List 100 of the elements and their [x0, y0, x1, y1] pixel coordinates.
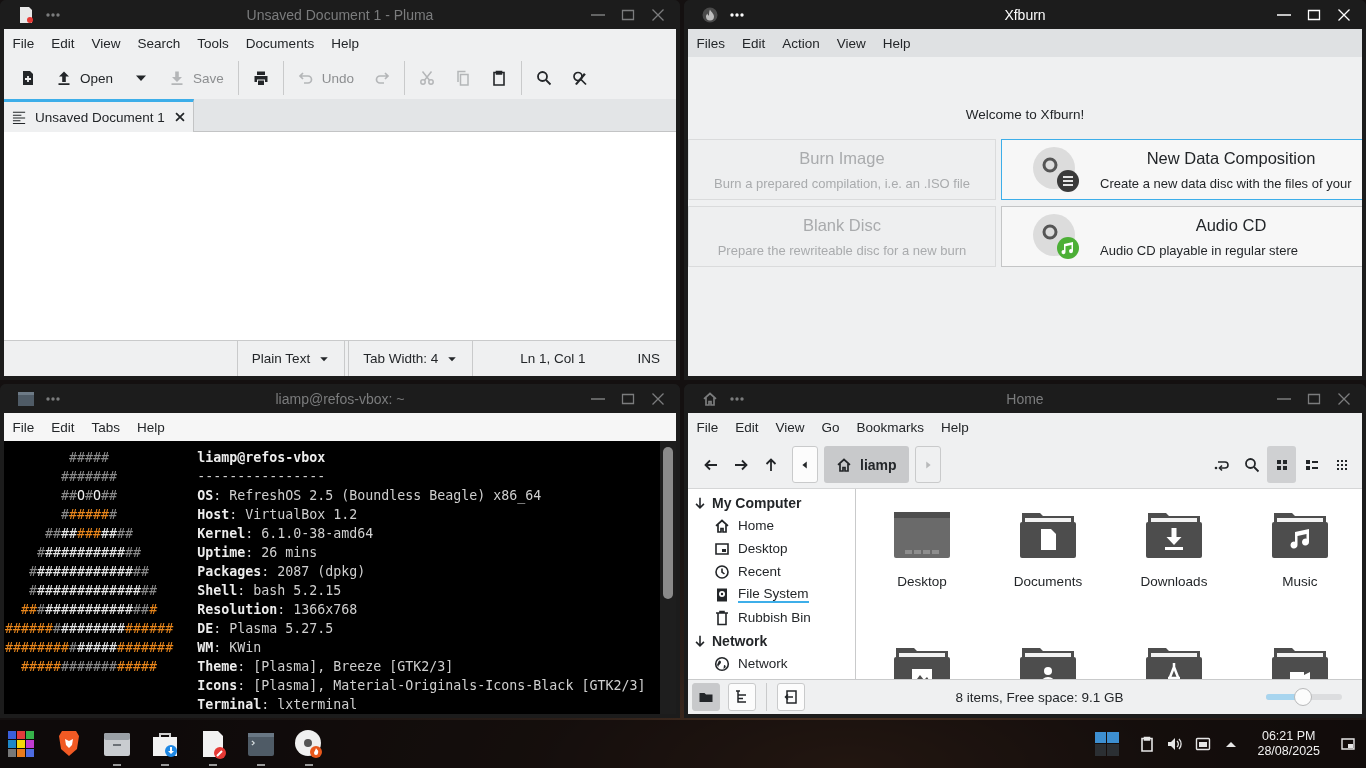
home-icon — [836, 456, 852, 473]
menu-item[interactable]: Edit — [733, 31, 774, 55]
menu-item[interactable]: View — [83, 31, 130, 55]
folder-item[interactable]: Music — [1237, 510, 1362, 645]
network-icon[interactable] — [1195, 736, 1212, 752]
menu-item[interactable]: Edit — [42, 31, 84, 55]
down-arrow-icon — [693, 495, 707, 510]
running-indicator — [161, 764, 169, 766]
menu-item[interactable]: View — [828, 31, 875, 55]
icon-view-button[interactable] — [1267, 446, 1296, 483]
globe-icon — [714, 655, 730, 672]
ascii-art-line: ################# — [20, 658, 159, 676]
menu-item[interactable]: Edit — [42, 415, 84, 439]
close-icon — [1336, 390, 1352, 407]
menu-item[interactable]: Action — [773, 31, 829, 55]
language-dropdown[interactable]: Plain Text — [236, 341, 346, 376]
minimize-icon — [591, 397, 605, 400]
breadcrumb-button[interactable]: liamp — [824, 446, 909, 483]
action-description: Create a new data disc with the files of your — [1100, 175, 1353, 191]
menu-item[interactable]: Tools — [188, 31, 238, 55]
terminal-line: ---------------- — [197, 468, 326, 486]
ascii-art-line: ####### — [60, 506, 119, 524]
folder-item[interactable]: Desktop — [859, 510, 985, 645]
close-icon — [650, 390, 666, 407]
show-desktop-icon[interactable] — [1340, 736, 1356, 752]
data-disc-icon — [1032, 145, 1080, 194]
menu-item[interactable]: View — [767, 415, 814, 439]
zoom-slider[interactable] — [1266, 688, 1342, 706]
menu-item[interactable]: Bookmarks — [848, 415, 933, 439]
menu-item[interactable]: Documents — [237, 31, 323, 55]
scrollbar-thumb[interactable] — [663, 447, 673, 599]
menu-item[interactable]: File — [4, 31, 43, 55]
document-tab[interactable]: Unsaved Document 1 — [4, 99, 194, 132]
disc-icon — [293, 728, 325, 760]
documents-folder-icon — [1019, 510, 1077, 560]
speaker-icon[interactable] — [1167, 736, 1184, 752]
home-icon — [714, 517, 730, 534]
hide-sidebar-button[interactable] — [777, 683, 805, 711]
sidebar-item[interactable]: Home — [688, 514, 855, 537]
close-icon — [650, 6, 666, 23]
folder-item[interactable]: Documents — [985, 510, 1111, 645]
menu-item[interactable]: Search — [129, 31, 189, 55]
menu-item[interactable]: File — [4, 415, 43, 439]
menu-item[interactable]: Go — [813, 415, 849, 439]
menu-item[interactable]: Help — [322, 31, 368, 55]
flame-icon — [702, 6, 718, 23]
running-indicator — [305, 764, 313, 766]
menu-item[interactable]: Help — [932, 415, 978, 439]
running-indicator — [257, 764, 265, 766]
sidebar-icon — [783, 689, 799, 705]
welcome-text: Welcome to Xfburn! — [964, 106, 1086, 124]
drive-icon — [714, 586, 730, 603]
action-card[interactable]: Audio CD Audio CD playable in regular stere — [1001, 206, 1362, 267]
sidebar-item[interactable]: Desktop — [688, 537, 855, 560]
minimize-icon — [1277, 13, 1291, 16]
terminal-line: WM: KWin — [197, 639, 262, 657]
places-pane-button[interactable] — [692, 683, 720, 711]
sidebar-item[interactable]: Network — [688, 652, 855, 675]
menu-item[interactable]: File — [688, 415, 727, 439]
folder-item[interactable]: Downloads — [1111, 510, 1237, 645]
tree-pane-button[interactable] — [728, 683, 756, 711]
window-title: Xfburn — [1004, 6, 1046, 23]
menu-item[interactable]: Files — [688, 31, 734, 55]
menu-item[interactable]: Help — [128, 415, 174, 439]
lines-icon — [12, 109, 27, 125]
ascii-art-line: ########### — [44, 525, 135, 543]
terminal-line: Host: VirtualBox 1.2 — [197, 506, 358, 524]
down-arrow-icon — [693, 633, 707, 648]
sidebar-section[interactable]: My Computer — [688, 491, 855, 514]
insert-mode: INS — [637, 351, 660, 366]
menu-item[interactable]: Tabs — [83, 415, 129, 439]
search-icon — [1243, 456, 1260, 473]
terminal-line: Icons: [Plasma], Material-Originals-Icons-Black [GTK2/3] — [197, 677, 646, 695]
ascii-art-line: ################ — [28, 582, 159, 600]
open-button[interactable]: Open — [46, 62, 124, 94]
action-title: Blank Disc — [803, 215, 881, 235]
action-card[interactable]: New Data Composition Create a new data disc with the files of your — [1001, 139, 1362, 200]
terminal-line: OS: RefreshOS 2.5 (Boundless Beagle) x86_64 — [197, 487, 542, 505]
tab-width-dropdown[interactable]: Tab Width: 4 — [348, 341, 474, 376]
menu-item[interactable]: Help — [874, 31, 920, 55]
menu-item[interactable]: Edit — [726, 415, 768, 439]
terminal-line: liamp@refos-vbox — [197, 449, 326, 467]
scrollbar[interactable] — [660, 441, 676, 714]
sidebar-item[interactable]: Recent — [688, 560, 855, 583]
music-disc-icon — [1032, 212, 1080, 261]
sidebar-item[interactable]: Rubbish Bin — [688, 606, 855, 629]
cursor-position: Ln 1, Col 1 — [520, 351, 586, 366]
slider-handle[interactable] — [1294, 688, 1313, 706]
workspace-pager-icon[interactable] — [1095, 732, 1120, 756]
sidebar-section[interactable]: Network — [688, 629, 855, 652]
window-title: liamp@refos-vbox: ~ — [275, 390, 405, 407]
clock-icon — [714, 563, 730, 580]
action-description: Prepare the rewriteable disc for a new burn — [717, 242, 967, 258]
ascii-art-line: ####### — [60, 468, 119, 486]
clipboard-icon[interactable] — [1139, 736, 1156, 752]
running-indicator — [113, 764, 121, 766]
action-title: Audio CD — [1195, 215, 1267, 235]
clock[interactable]: 06:21 PM 28/08/2025 — [1257, 729, 1320, 759]
sidebar-item[interactable]: File System — [688, 583, 855, 606]
close-icon — [1336, 6, 1352, 23]
